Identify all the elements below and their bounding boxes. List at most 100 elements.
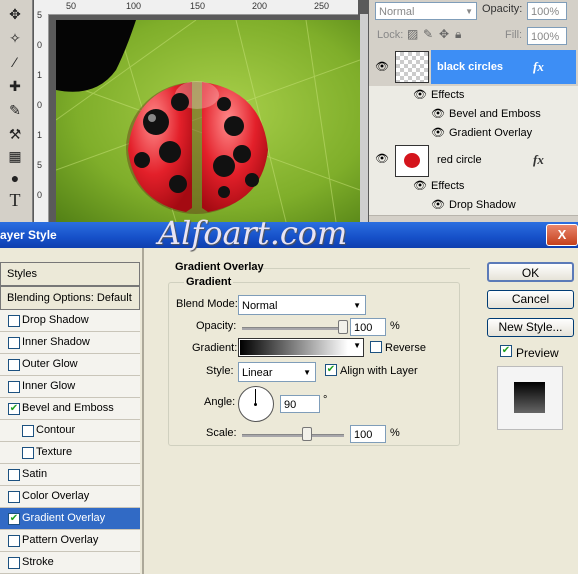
effect-item[interactable]: Contour — [0, 420, 140, 442]
eye-icon[interactable]: 👁︎ — [413, 181, 427, 192]
effect-checkbox[interactable] — [8, 315, 20, 327]
preview-checkbox[interactable]: ✔ — [500, 345, 512, 357]
scale-slider-track[interactable] — [242, 434, 344, 437]
effect-checkbox[interactable] — [8, 337, 20, 349]
effect-label: Outer Glow — [22, 358, 78, 370]
effect-item[interactable]: Texture — [0, 442, 140, 464]
effects-row[interactable]: 👁︎ Effects — [369, 86, 578, 106]
type-tool-icon[interactable]: T — [4, 190, 26, 210]
layer-blend-mode-select[interactable]: Normal ▼ — [375, 2, 477, 20]
gradient-tool-icon[interactable]: ▦ — [4, 146, 26, 166]
style-select[interactable]: Linear ▼ — [238, 362, 316, 382]
opacity-value: 100 — [354, 322, 373, 334]
new-style-button[interactable]: New Style... — [487, 318, 574, 337]
eye-icon[interactable]: 👁︎ — [431, 200, 445, 211]
eye-icon[interactable]: 👁︎ — [431, 109, 445, 120]
fx-icon[interactable]: fx — [533, 152, 544, 168]
opacity-input[interactable]: 100 — [350, 318, 386, 336]
layer-opacity-input[interactable]: 100% — [527, 2, 567, 20]
reverse-checkbox[interactable] — [370, 341, 382, 353]
effect-checkbox[interactable] — [22, 425, 34, 437]
scale-slider-thumb[interactable] — [302, 427, 312, 441]
effect-item[interactable]: Inner Glow — [0, 376, 140, 398]
effects-row[interactable]: 👁︎ Effects — [369, 177, 578, 197]
effect-item[interactable]: Inner Shadow — [0, 332, 140, 354]
eye-icon[interactable]: 👁︎ — [413, 90, 427, 101]
effect-row-gradient[interactable]: 👁︎ Gradient Overlay — [369, 124, 578, 144]
eyedropper-icon[interactable]: ⁄ — [4, 52, 26, 72]
ruler-label: 0 — [37, 40, 43, 50]
effect-label: Stroke — [22, 556, 54, 568]
eye-icon[interactable]: 👁︎ — [375, 154, 389, 165]
effect-name: Drop Shadow — [449, 199, 516, 211]
eye-icon[interactable]: 👁︎ — [375, 62, 389, 73]
magic-wand-icon[interactable]: ✧ — [4, 28, 26, 48]
layer-name: red circle — [437, 154, 482, 166]
effects-label: Effects — [431, 89, 465, 101]
angle-value: 90 — [284, 399, 297, 411]
ok-button[interactable]: OK — [487, 262, 574, 282]
gradient-picker[interactable]: ▼ — [238, 338, 364, 357]
layer-row-black-circles[interactable]: 👁︎ black circles fx — [369, 48, 578, 87]
ruler-label: 0 — [37, 100, 43, 110]
effect-label: Gradient Overlay — [22, 512, 106, 524]
effect-checkbox[interactable] — [22, 447, 34, 459]
effect-checkbox[interactable] — [8, 535, 20, 547]
lock-label: Lock: — [377, 29, 404, 41]
blend-mode-select[interactable]: Normal ▼ — [238, 295, 366, 315]
opacity-slider-thumb[interactable] — [338, 320, 348, 334]
document-canvas[interactable] — [56, 20, 360, 222]
effect-item[interactable]: Pattern Overlay — [0, 530, 140, 552]
ruler-label: 250 — [314, 1, 330, 11]
eye-icon[interactable]: 👁︎ — [431, 128, 445, 139]
ruler-label: 200 — [252, 1, 268, 11]
angle-input[interactable]: 90 — [280, 395, 320, 413]
effect-checkbox[interactable] — [8, 381, 20, 393]
horizontal-ruler: 50 100 150 200 250 — [48, 0, 358, 15]
lock-position-icon[interactable]: ✥ — [439, 27, 449, 41]
healing-brush-icon[interactable]: ✚ — [4, 76, 26, 96]
effect-item[interactable]: Drop Shadow — [0, 310, 140, 332]
angle-label: Angle: — [204, 396, 236, 408]
clone-stamp-icon[interactable]: ⚒ — [4, 124, 26, 144]
fill-label: Fill: — [505, 29, 523, 41]
fx-icon[interactable]: fx — [533, 59, 544, 75]
effect-item[interactable]: Satin — [0, 464, 140, 486]
dodge-tool-icon[interactable]: ● — [4, 168, 26, 188]
ruler-label: 1 — [37, 70, 43, 80]
ladybug-leaf-image — [56, 20, 360, 222]
blending-options-item[interactable]: Blending Options: Default — [0, 286, 140, 310]
percent-label: % — [390, 320, 400, 332]
lock-image-icon[interactable]: ✎ — [423, 27, 433, 41]
effect-label: Inner Shadow — [22, 336, 90, 348]
effect-checkbox[interactable] — [8, 469, 20, 481]
effect-checkbox[interactable]: ✔ — [8, 513, 20, 525]
styles-header[interactable]: Styles — [0, 262, 140, 286]
effect-item[interactable]: ✔ Bevel and Emboss — [0, 398, 140, 420]
lock-all-icon[interactable]: 🔒︎ — [455, 27, 461, 42]
scale-input[interactable]: 100 — [350, 425, 386, 443]
effect-name: Gradient Overlay — [449, 127, 533, 139]
layer-fill-input[interactable]: 100% — [527, 27, 567, 45]
opacity-slider-track[interactable] — [242, 327, 344, 330]
brush-icon[interactable]: ✎ — [4, 100, 26, 120]
close-button[interactable]: X — [546, 224, 578, 246]
layer-row-red-circle[interactable]: 👁︎ red circle fx — [369, 143, 578, 178]
effect-item[interactable]: Outer Glow — [0, 354, 140, 376]
effect-label: Bevel and Emboss — [22, 402, 114, 414]
effect-item[interactable]: Color Overlay — [0, 486, 140, 508]
align-with-layer-checkbox[interactable]: ✔ — [325, 364, 337, 376]
effect-item[interactable]: ✔ Gradient Overlay — [0, 508, 140, 530]
lock-transparent-icon[interactable]: ▨ — [407, 27, 418, 41]
effect-checkbox[interactable] — [8, 491, 20, 503]
effect-checkbox[interactable]: ✔ — [8, 403, 20, 415]
canvas-scrollbar[interactable] — [360, 14, 368, 222]
effect-checkbox[interactable] — [8, 557, 20, 569]
move-tool-icon[interactable]: ✥ — [4, 4, 26, 24]
angle-dial[interactable] — [238, 386, 274, 422]
effect-row-bevel[interactable]: 👁︎ Bevel and Emboss — [369, 105, 578, 125]
effect-row-drop-shadow[interactable]: 👁︎ Drop Shadow — [369, 196, 578, 216]
effect-item[interactable]: Stroke — [0, 552, 140, 574]
cancel-button[interactable]: Cancel — [487, 290, 574, 309]
effect-checkbox[interactable] — [8, 359, 20, 371]
